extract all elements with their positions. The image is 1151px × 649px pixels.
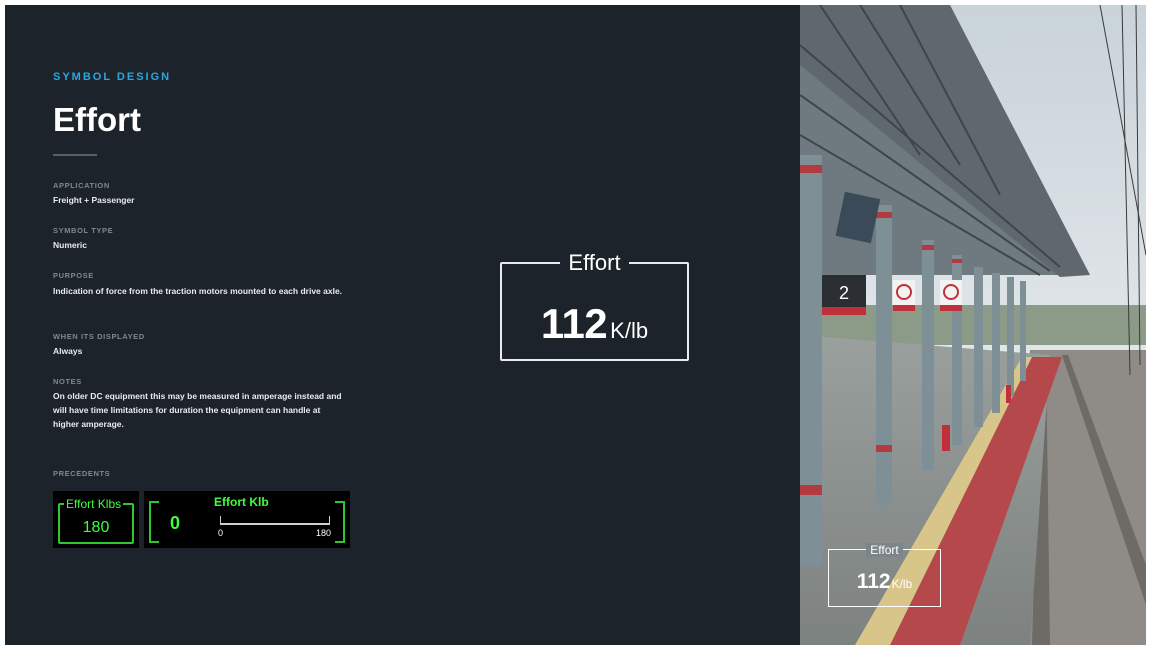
precedent-1-value: 180 [82,519,110,536]
effort-symbol-value: 112 [540,300,608,347]
photo-overlay-reading: 112K/lb [829,570,940,594]
effort-symbol-reading: 112 K/lb [502,300,687,348]
symbol-type-value: Numeric [53,240,88,250]
photo-effort-overlay: Effort 112K/lb [828,543,941,607]
precedent-2-value: 0 [170,513,181,533]
precedent-display-2: 0 Effort Klb 0 180 [144,491,350,548]
info-panel: SYMBOL DESIGN Effort APPLICATION Freight… [5,5,800,645]
effort-symbol-label-wrap: Effort [502,250,687,276]
precedent-1-frame: Effort Klbs 180 [58,497,134,544]
slide: SYMBOL DESIGN Effort APPLICATION Freight… [5,5,1146,645]
precedent-2-scale-max: 180 [316,528,332,538]
notes-value: On older DC equipment this may be measur… [53,391,342,429]
precedent-2-scale-bar [220,523,330,525]
precedent-display-1: Effort Klbs 180 [53,491,139,548]
precedent-2-left-bracket [149,501,159,543]
when-displayed-label: WHEN ITS DISPLAYED [53,332,145,341]
precedent-2-label: Effort Klb [214,495,269,509]
effort-symbol-label: Effort [560,250,629,275]
notes-label: NOTES [53,377,82,386]
photo-overlay-unit: K/lb [891,577,913,591]
photo-overlay-label: Effort [866,543,903,557]
precedent-1-label: Effort Klbs [64,497,124,511]
when-displayed-value: Always [53,346,83,356]
application-label: APPLICATION [53,181,110,190]
effort-symbol-unit: K/lb [610,318,649,343]
application-value: Freight + Passenger [53,195,135,205]
section-eyebrow: SYMBOL DESIGN [53,71,172,83]
photo-overlay-label-wrap: Effort [829,541,940,559]
platform-number-sign: 2 [839,283,849,303]
photo-overlay-value: 112 [856,570,891,593]
effort-symbol: Effort 112 K/lb [500,250,689,361]
precedent-2-right-bracket [335,501,345,543]
precedent-2-scale-min: 0 [218,528,224,538]
precedent-2-scale-tick-max [329,516,330,524]
platform-photo: 2 Effort 112K/lb [800,5,1146,645]
purpose-value: Indication of force from the traction mo… [53,286,343,296]
precedents-label: PRECEDENTS [53,469,111,478]
purpose-label: PURPOSE [53,271,94,280]
symbol-type-label: SYMBOL TYPE [53,226,114,235]
page-title: Effort [53,101,141,138]
title-divider [53,154,97,156]
